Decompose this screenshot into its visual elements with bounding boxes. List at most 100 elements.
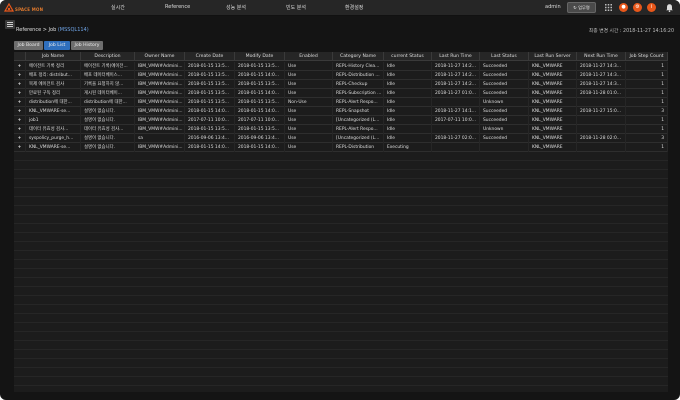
cell-job-step-count: 1 — [626, 125, 668, 134]
tab-job-list[interactable]: Job List — [44, 41, 70, 50]
sidebar-toggle-button[interactable] — [5, 20, 15, 29]
table-row[interactable]: + 에이전트 기록 정리 에이전트 기록(에이전... IBM_VMW#Admini.… — [14, 62, 668, 71]
expand-row-button[interactable]: + — [14, 125, 26, 134]
cell-enabled: Use — [285, 134, 333, 143]
settings-icon[interactable]: ⚙ — [633, 3, 642, 12]
cell-job-name: job1 — [26, 116, 81, 125]
cell-current-status: Idle — [384, 98, 432, 107]
job-list-table: Job Name Description Owner Name Create Date… — [14, 52, 668, 392]
cell-last-run-server: KNL_VMWARE — [529, 98, 577, 107]
cell-description: distribution에 대한... — [81, 98, 135, 107]
cell-create-date: 2018-01-15 13:5... — [185, 89, 235, 98]
empty-table-row — [14, 314, 668, 323]
table-row[interactable]: + 만료된 구독 정리 게시된 데이터베이... IBM_VMW#Admini... 2… — [14, 89, 668, 98]
cell-next-run-time: 2018-11-27 14:3... — [577, 80, 626, 89]
table-row[interactable]: + syspolicy_purge_h... 설명이 없습니다. sa 2016-09-… — [14, 134, 668, 143]
cell-job-step-count: 1 — [626, 89, 668, 98]
cell-last-status: Succeeded — [480, 80, 529, 89]
column-header-owner-name[interactable]: Owner Name — [135, 52, 185, 61]
menu-item-realtime[interactable]: 실시간 — [111, 4, 125, 11]
cell-description: 기록을 요청하지 않... — [81, 80, 135, 89]
menu-item-reference[interactable]: Reference — [165, 4, 190, 10]
column-header-expand[interactable] — [14, 52, 26, 61]
column-header-next-run-time[interactable]: Next Run Time — [577, 52, 626, 61]
column-header-last-run-time[interactable]: Last Run Time — [432, 52, 480, 61]
empty-table-row — [14, 233, 668, 242]
cell-last-run-time: 2018-11-27 01:0... — [432, 89, 480, 98]
empty-table-row — [14, 188, 668, 197]
bell-icon[interactable] — [665, 3, 674, 12]
expand-row-button[interactable]: + — [14, 80, 26, 89]
update-button[interactable]: ↻ 업무명 — [567, 2, 596, 13]
column-header-create-date[interactable]: Create Date — [185, 52, 235, 61]
cell-owner-name: IBM_VMW#Admini... — [135, 89, 185, 98]
breadcrumb-instance[interactable]: (MSSQL114) — [58, 27, 89, 33]
cell-next-run-time — [577, 98, 626, 107]
expand-row-button[interactable]: + — [14, 143, 26, 152]
tab-job-history[interactable]: Job History — [71, 41, 103, 50]
cell-description: 설명이 없습니다. — [81, 107, 135, 116]
empty-table-row — [14, 161, 668, 170]
menu-item-performance-analysis[interactable]: 성능 분석 — [226, 4, 246, 11]
cell-last-run-time: 2018-11-27 14:2... — [432, 62, 480, 71]
cell-job-name: KNL_VMWARE-se... — [26, 107, 81, 116]
expand-row-button[interactable]: + — [14, 116, 26, 125]
cell-category-name: REPL-Distribution ... — [333, 71, 384, 80]
cell-enabled: Use — [285, 89, 333, 98]
cell-category-name: [Uncategorized (L... — [333, 134, 384, 143]
table-row[interactable]: + 데이터 유효성 검사... 데이터 유효성 검사... IBM_VMW#Admin… — [14, 125, 668, 134]
column-header-current-status[interactable]: current Status — [384, 52, 432, 61]
cell-enabled: Use — [285, 143, 333, 152]
cell-owner-name: IBM_VMW#Admini... — [135, 98, 185, 107]
cell-job-name: distribution에 대한... — [26, 98, 81, 107]
logo-text: SPACE MON — [15, 7, 44, 12]
app-window: SPACE MON 실시간 Reference 성능 분석 빈도 분석 환경설정… — [0, 0, 680, 400]
expand-row-button[interactable]: + — [14, 89, 26, 98]
logo-icon — [4, 3, 14, 12]
cell-create-date: 2018-01-15 14:0... — [185, 107, 235, 116]
cell-last-run-server: KNL_VMWARE — [529, 134, 577, 143]
cell-last-run-time: 2018-11-27 14:2... — [432, 80, 480, 89]
spacemon-logo[interactable]: SPACE MON — [4, 3, 48, 14]
column-header-modify-date[interactable]: Modify Date — [235, 52, 285, 61]
cell-job-step-count: 1 — [626, 98, 668, 107]
expand-row-button[interactable]: + — [14, 62, 26, 71]
table-row[interactable]: + KNL_VMWARE-se... 설명이 없습니다. IBM_VMW#Admini… — [14, 107, 668, 116]
cell-last-run-time — [432, 143, 480, 152]
column-header-description[interactable]: Description — [81, 52, 135, 61]
cell-last-run-server: KNL_VMWARE — [529, 107, 577, 116]
user-icon[interactable]: ● — [619, 3, 628, 12]
expand-row-button[interactable]: + — [14, 98, 26, 107]
cell-last-status — [480, 143, 529, 152]
user-name[interactable]: admin — [545, 4, 561, 10]
expand-row-button[interactable]: + — [14, 107, 26, 116]
table-row[interactable]: + 복제 에이전트 검사 기록을 요청하지 않... IBM_VMW#Admini..… — [14, 80, 668, 89]
cell-last-status: Succeeded — [480, 71, 529, 80]
tab-job-board[interactable]: Job Board — [14, 41, 43, 50]
menu-item-settings[interactable]: 환경설정 — [345, 4, 363, 11]
column-header-enabled[interactable]: Enabled — [285, 52, 333, 61]
table-row[interactable]: + 배포 정리: distribut... 배포 데이터베이스... IBM_VMW#… — [14, 71, 668, 80]
cell-enabled: Use — [285, 125, 333, 134]
column-header-last-run-server[interactable]: Last Run Server — [529, 52, 577, 61]
cell-category-name: REPL-Alert Respo... — [333, 98, 384, 107]
expand-row-button[interactable]: + — [14, 134, 26, 143]
breadcrumb-path[interactable]: Reference > Job — [16, 27, 56, 33]
column-header-job-name[interactable]: Job Name — [26, 52, 81, 61]
info-icon[interactable]: i — [647, 3, 656, 12]
menu-lines-icon — [7, 22, 13, 27]
cell-owner-name: sa — [135, 134, 185, 143]
empty-table-row — [14, 332, 668, 341]
column-header-category-name[interactable]: Category Name — [333, 52, 384, 61]
table-row[interactable]: + distribution에 대한... distribution에 대한... I… — [14, 98, 668, 107]
cell-category-name: REPL-Distribution — [333, 143, 384, 152]
column-header-last-status[interactable]: Last Status — [480, 52, 529, 61]
menu-item-frequency-analysis[interactable]: 빈도 분석 — [286, 4, 306, 11]
table-row[interactable]: + job1 설명이 없습니다. IBM_VMW#Admini... 2017-07-1… — [14, 116, 668, 125]
table-row[interactable]: + KNL_VMWARE-se... 설명이 없습니다. IBM_VMW#Admini… — [14, 143, 668, 152]
column-header-job-step-count[interactable]: Job Step Count — [626, 52, 668, 61]
cell-create-date: 2018-01-15 13:5... — [185, 62, 235, 71]
grid-menu-icon[interactable] — [605, 4, 612, 11]
cell-modify-date: 2018-01-15 14:0... — [235, 143, 285, 152]
expand-row-button[interactable]: + — [14, 71, 26, 80]
